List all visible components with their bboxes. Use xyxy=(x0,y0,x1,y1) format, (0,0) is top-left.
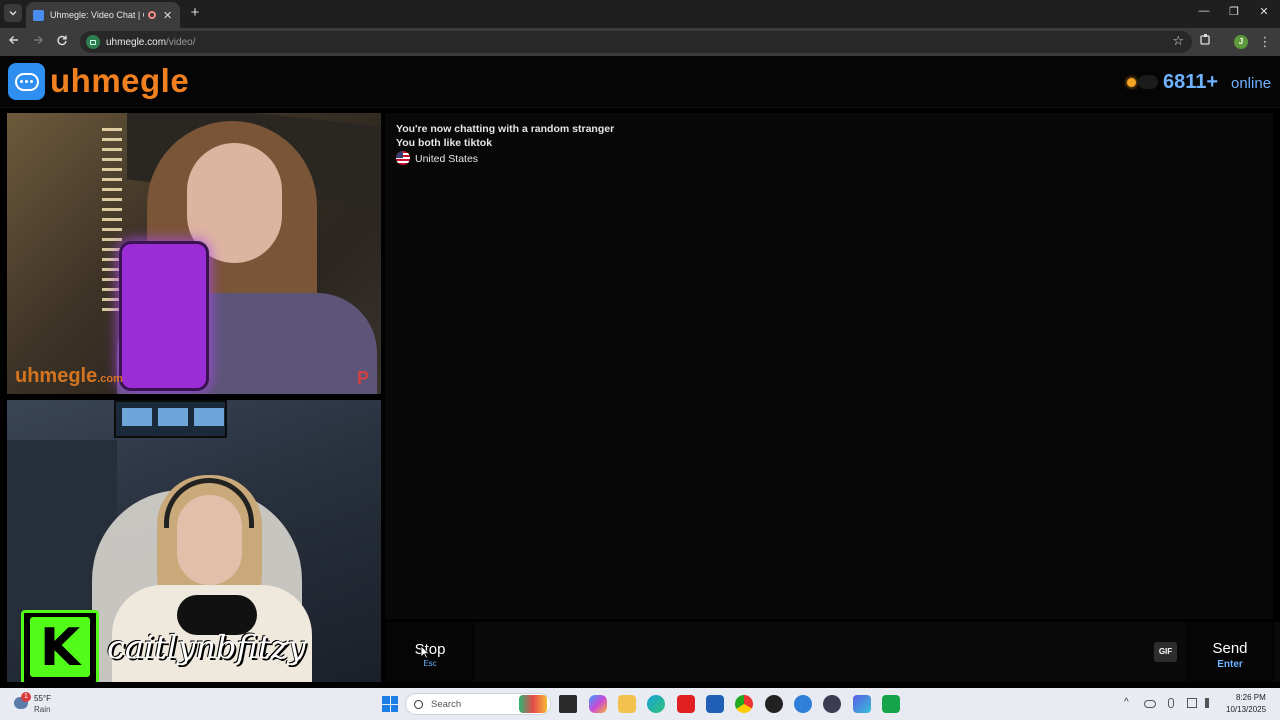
window-close-button[interactable]: ✕ xyxy=(1256,5,1272,18)
tray-chevron-up-icon[interactable]: ^ xyxy=(1124,697,1129,708)
watermark-text: uhmegle xyxy=(15,365,98,387)
stop-button[interactable]: Stop Esc xyxy=(385,622,475,682)
stranger-video: uhmegle.com P xyxy=(7,113,381,394)
send-button[interactable]: Send Enter xyxy=(1185,622,1275,682)
file-explorer-icon[interactable] xyxy=(618,695,636,713)
chat-bubble-logo-icon[interactable] xyxy=(8,63,45,100)
site-info-icon[interactable] xyxy=(86,35,100,49)
weather-description[interactable]: Rain xyxy=(34,705,50,714)
us-flag-icon xyxy=(396,151,410,165)
forward-button[interactable] xyxy=(29,33,47,51)
windows-start-icon[interactable] xyxy=(382,696,398,712)
extensions-icon[interactable] xyxy=(1197,33,1213,51)
tab-close-icon[interactable]: ✕ xyxy=(163,9,172,22)
network-icon[interactable] xyxy=(1187,698,1197,708)
bookmark-star-icon[interactable]: ☆ xyxy=(1172,33,1184,49)
youtube-icon[interactable] xyxy=(677,695,695,713)
chat-country-line: United States xyxy=(396,151,478,165)
watermark-suffix: .com xyxy=(97,373,123,385)
message-input[interactable] xyxy=(478,622,1178,682)
self-video: K caitlynbfitzy xyxy=(7,400,381,682)
reload-icon xyxy=(57,35,67,46)
phone-prop xyxy=(119,241,209,391)
new-tab-button[interactable]: + xyxy=(186,4,204,22)
gif-button[interactable]: GIF xyxy=(1154,642,1177,662)
reload-button[interactable] xyxy=(53,33,71,51)
recording-indicator-icon xyxy=(148,11,156,19)
url-path: /video/ xyxy=(166,36,196,48)
chrome-icon[interactable] xyxy=(735,695,753,713)
stop-label: Stop xyxy=(414,641,446,658)
task-view-icon[interactable] xyxy=(559,695,577,713)
page: uhmegle 6811+ online uhmegle.com P K cai… xyxy=(0,56,1280,688)
background-monitor xyxy=(114,400,227,438)
volume-icon[interactable] xyxy=(1205,698,1215,708)
browser-toolbar: uhmegle.com/video/ ☆ J ⋮ xyxy=(0,28,1280,56)
send-shortcut-hint: Enter xyxy=(1217,659,1243,670)
online-count: 6811+ xyxy=(1163,71,1219,93)
microsoft-store-icon[interactable] xyxy=(706,695,724,713)
app-green-icon[interactable] xyxy=(882,695,900,713)
chevron-down-icon xyxy=(9,11,17,16)
tab-title: Uhmegle: Video Chat | Omegle xyxy=(50,10,144,20)
chat-log: You're now chatting with a random strang… xyxy=(385,113,1273,619)
back-button[interactable] xyxy=(5,33,23,51)
minimize-button[interactable]: — xyxy=(1196,5,1212,17)
site-header: uhmegle 6811+ online xyxy=(0,56,1280,108)
mouse-pointer-icon xyxy=(420,645,430,659)
app-blue-icon[interactable] xyxy=(794,695,812,713)
restore-button[interactable]: ❐ xyxy=(1226,5,1242,18)
site-logo-text[interactable]: uhmegle xyxy=(50,62,189,100)
search-placeholder: Search xyxy=(431,698,462,710)
search-icon xyxy=(414,699,423,709)
url-host: uhmegle.com xyxy=(106,36,167,48)
profile-avatar[interactable]: J xyxy=(1234,35,1248,49)
windows-taskbar: 1 55°F Rain Search ^ 8:26 PM 10/13/2025 xyxy=(0,688,1280,720)
report-flag-badge[interactable]: P xyxy=(357,368,369,389)
app-w-icon[interactable] xyxy=(823,695,841,713)
app-purple-icon[interactable] xyxy=(853,695,871,713)
send-label: Send xyxy=(1212,640,1248,657)
country-name: United States xyxy=(415,153,479,165)
chat-controls: Stop Esc GIF Send Enter xyxy=(385,622,1280,682)
chat-interest-line: You both like tiktok xyxy=(396,137,493,149)
browser-tab-bar: Uhmegle: Video Chat | Omegle ✕ + — ❐ ✕ xyxy=(0,0,1280,28)
copilot-icon[interactable] xyxy=(589,695,607,713)
online-label: online xyxy=(1231,75,1272,92)
browser-tab[interactable]: Uhmegle: Video Chat | Omegle ✕ xyxy=(26,2,180,28)
kick-logo-icon: K xyxy=(21,610,99,682)
tab-search-button[interactable] xyxy=(4,4,22,22)
weather-temperature[interactable]: 55°F xyxy=(34,694,51,703)
online-status-dot-icon xyxy=(1127,78,1136,87)
back-arrow-icon xyxy=(9,36,18,44)
taskbar-time[interactable]: 8:26 PM xyxy=(1236,693,1266,702)
video-watermark: uhmegle.com xyxy=(15,365,123,388)
stop-shortcut-hint: Esc xyxy=(423,659,437,668)
address-bar[interactable]: uhmegle.com/video/ ☆ xyxy=(80,31,1192,53)
taskbar-date[interactable]: 10/13/2025 xyxy=(1226,705,1266,714)
kick-logo-letter: K xyxy=(30,617,90,678)
weather-alert-badge: 1 xyxy=(21,692,31,702)
streamer-name-overlay: caitlynbfitzy xyxy=(107,628,306,666)
forward-arrow-icon xyxy=(34,36,43,44)
widgets-art-icon[interactable] xyxy=(519,695,547,713)
browser-menu-icon[interactable]: ⋮ xyxy=(1258,33,1272,51)
microphone-tray-icon[interactable] xyxy=(1168,698,1174,708)
chat-status-line: You're now chatting with a random strang… xyxy=(396,123,615,135)
tab-favicon-icon xyxy=(33,9,44,21)
edge-browser-icon[interactable] xyxy=(647,695,665,713)
theme-toggle[interactable] xyxy=(1138,75,1158,89)
obs-icon[interactable] xyxy=(765,695,783,713)
onedrive-icon[interactable] xyxy=(1144,700,1156,708)
